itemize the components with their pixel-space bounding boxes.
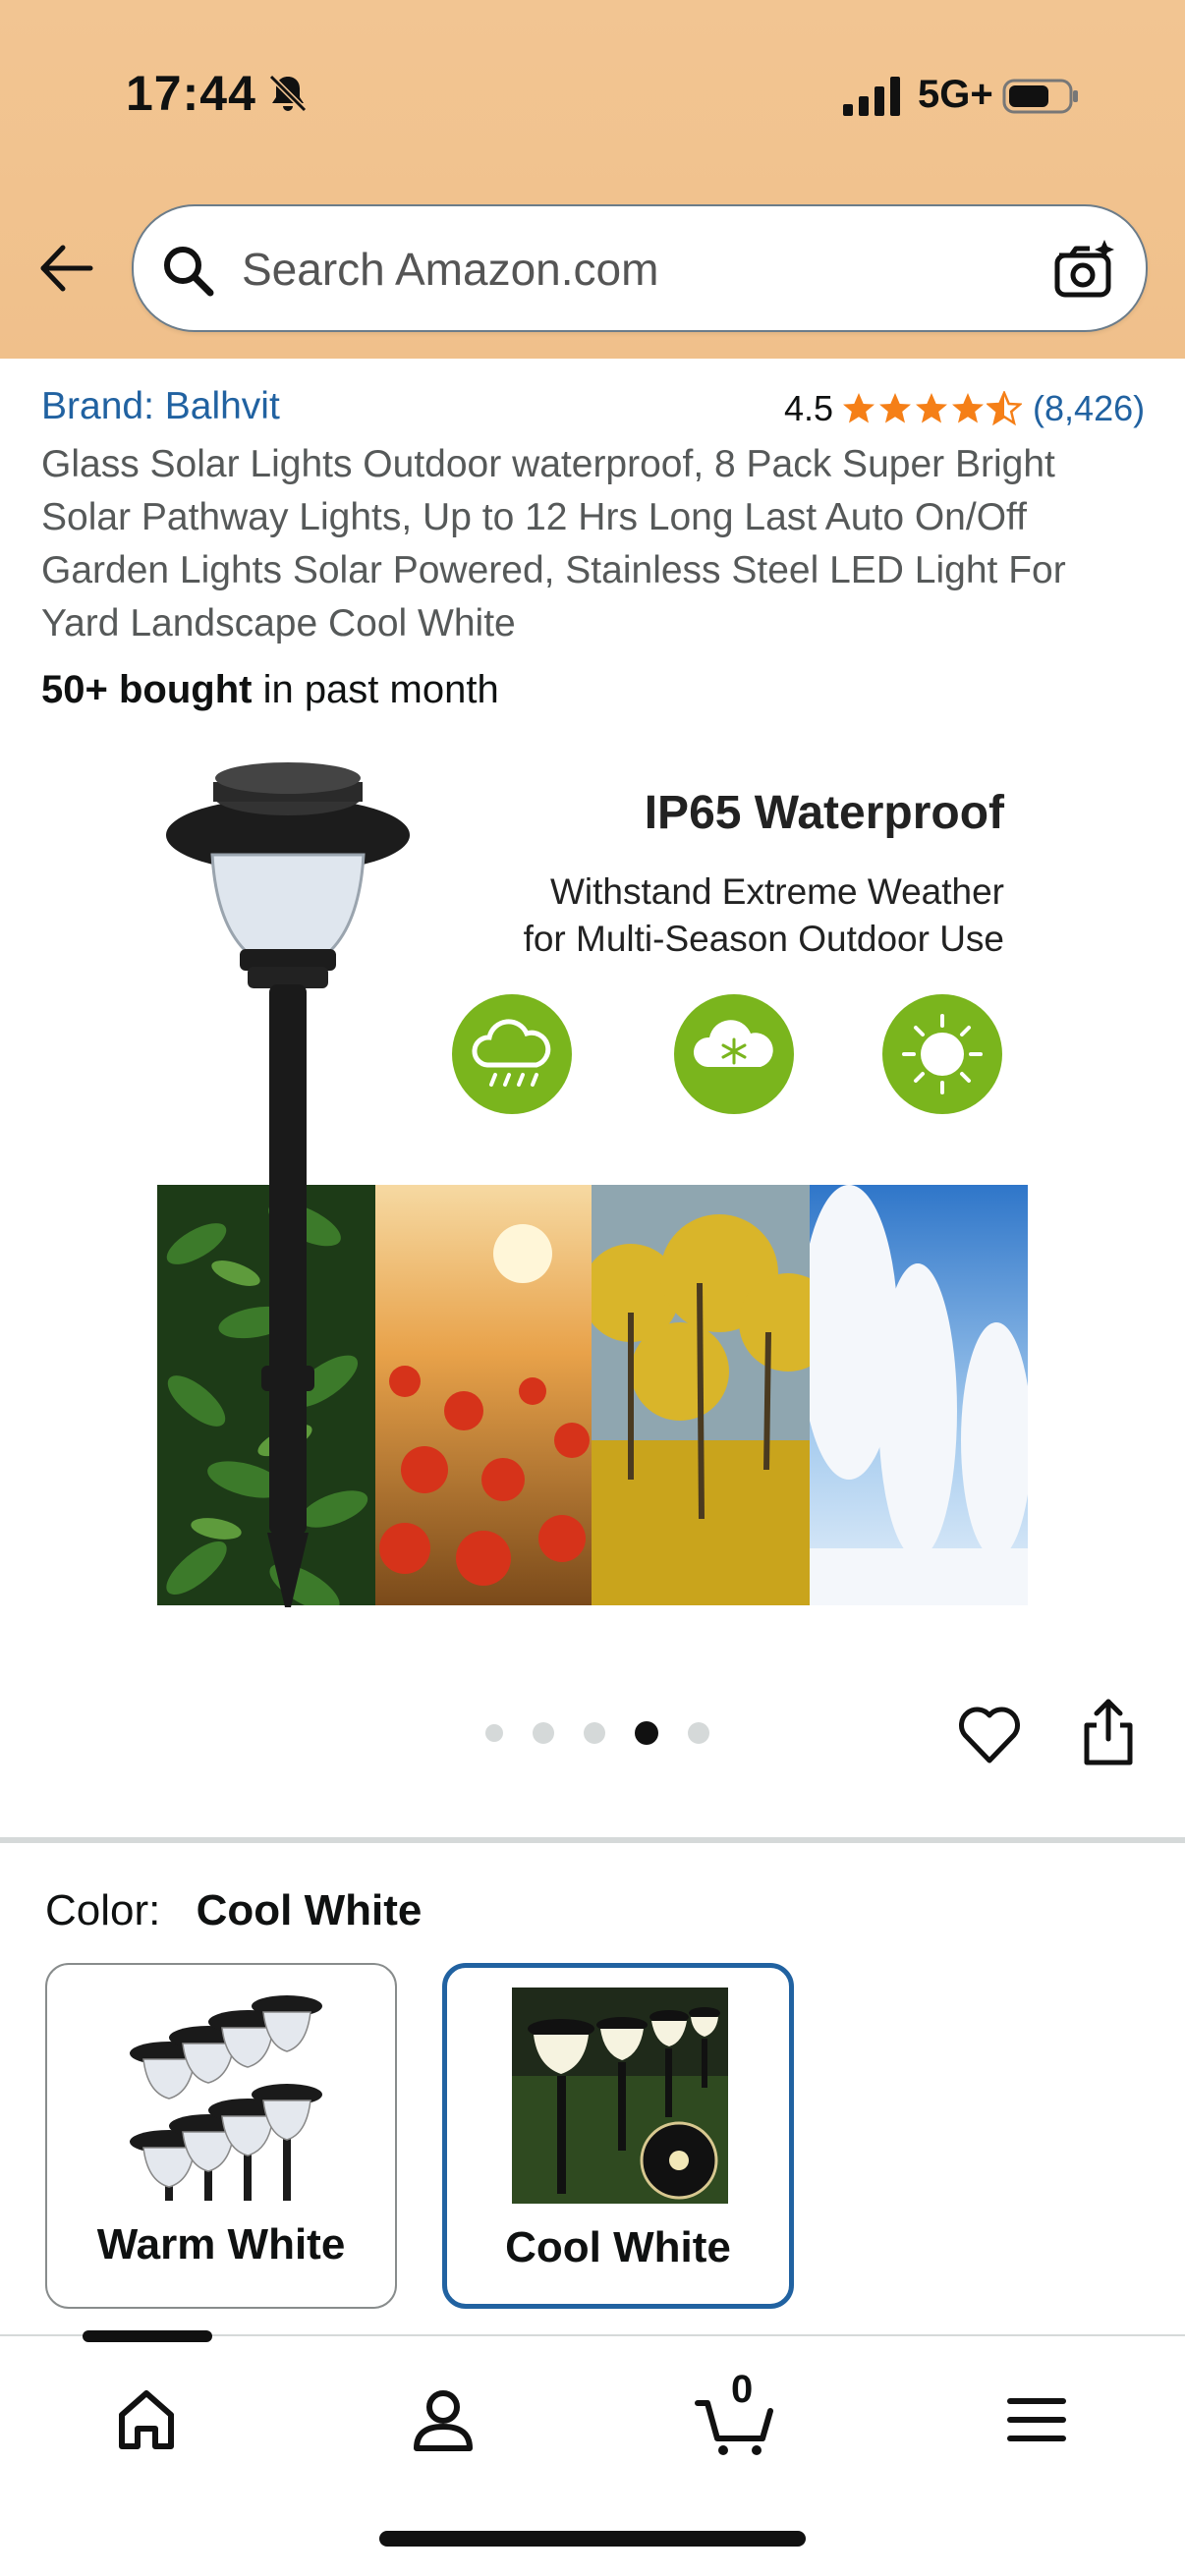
snow-cloud-icon <box>674 994 794 1114</box>
signal-icon <box>843 77 900 116</box>
season-panel-autumn <box>592 1185 810 1605</box>
swatch-label: Cool White <box>505 2223 731 2271</box>
rain-cloud-icon <box>452 994 572 1114</box>
section-divider <box>0 1837 1185 1843</box>
search-icon <box>164 247 214 297</box>
rating-count[interactable]: (8,426) <box>1033 388 1145 429</box>
star-icon <box>916 393 948 423</box>
color-selector-header: Color: Cool White <box>45 1886 422 1935</box>
star-icon <box>879 393 912 423</box>
carousel-dot[interactable] <box>485 1724 503 1742</box>
season-panel-winter <box>810 1185 1028 1605</box>
carousel-dot-active[interactable] <box>635 1721 658 1745</box>
swatch-image <box>130 1995 322 2201</box>
swatch-label: Warm White <box>96 2220 346 2268</box>
image-subline-2: for Multi-Season Outdoor Use <box>523 919 1004 959</box>
menu-icon[interactable] <box>992 2376 1081 2464</box>
cart-count: 0 <box>731 2368 754 2411</box>
carousel-dot[interactable] <box>584 1722 605 1744</box>
home-indicator <box>379 2531 806 2547</box>
battery-icon <box>1002 79 1078 114</box>
account-icon[interactable] <box>399 2376 487 2464</box>
search-bar[interactable] <box>132 204 1148 332</box>
purchase-stat-rest: in past month <box>252 668 499 711</box>
back-arrow-icon[interactable] <box>35 238 96 299</box>
color-selected-value: Cool White <box>196 1886 423 1934</box>
purchase-stat-bold: 50+ bought <box>41 668 253 711</box>
product-title: Glass Solar Lights Outdoor waterproof, 8… <box>41 443 1066 644</box>
rating[interactable]: 4.5 (8,426) <box>784 385 1145 432</box>
image-heading: IP65 Waterproof <box>644 787 1004 839</box>
status-time: 17:44 <box>126 66 256 121</box>
rating-value: 4.5 <box>784 388 834 428</box>
header: 17:44 5G+ <box>0 0 1185 359</box>
swatch-image <box>512 1988 728 2204</box>
sun-icon <box>882 994 1002 1114</box>
search-input[interactable] <box>242 232 1008 307</box>
carousel-dot[interactable] <box>688 1722 709 1744</box>
status-bar: 17:44 5G+ <box>0 0 1185 196</box>
brand-link[interactable]: Brand: Balhvit <box>41 385 280 428</box>
color-option-cool-white[interactable]: Cool White <box>442 1963 794 2309</box>
purchase-stat: 50+ bought in past month <box>41 668 499 712</box>
network-type: 5G+ <box>918 73 993 116</box>
nav-active-indicator <box>83 2330 212 2342</box>
solar-lamp-illustration <box>166 762 410 1607</box>
home-icon[interactable] <box>102 2376 191 2464</box>
star-icon <box>843 393 875 423</box>
carousel-dot[interactable] <box>533 1722 554 1744</box>
half-star-icon <box>987 391 1023 426</box>
share-icon[interactable] <box>1079 1698 1138 1766</box>
rating-stars <box>841 391 1023 426</box>
carousel-dots <box>485 1721 739 1745</box>
color-option-warm-white[interactable]: Warm White <box>45 1963 397 2309</box>
bell-slash-icon <box>268 74 308 113</box>
image-subline-1: Withstand Extreme Weather <box>550 871 1004 912</box>
heart-icon[interactable] <box>957 1704 1022 1766</box>
image-subheading: Withstand Extreme Weather for Multi-Seas… <box>413 868 1004 963</box>
cart-button[interactable]: 0 <box>692 2368 780 2464</box>
star-icon <box>952 393 985 423</box>
color-label: Color: <box>45 1886 161 1934</box>
camera-icon[interactable] <box>1051 236 1118 303</box>
